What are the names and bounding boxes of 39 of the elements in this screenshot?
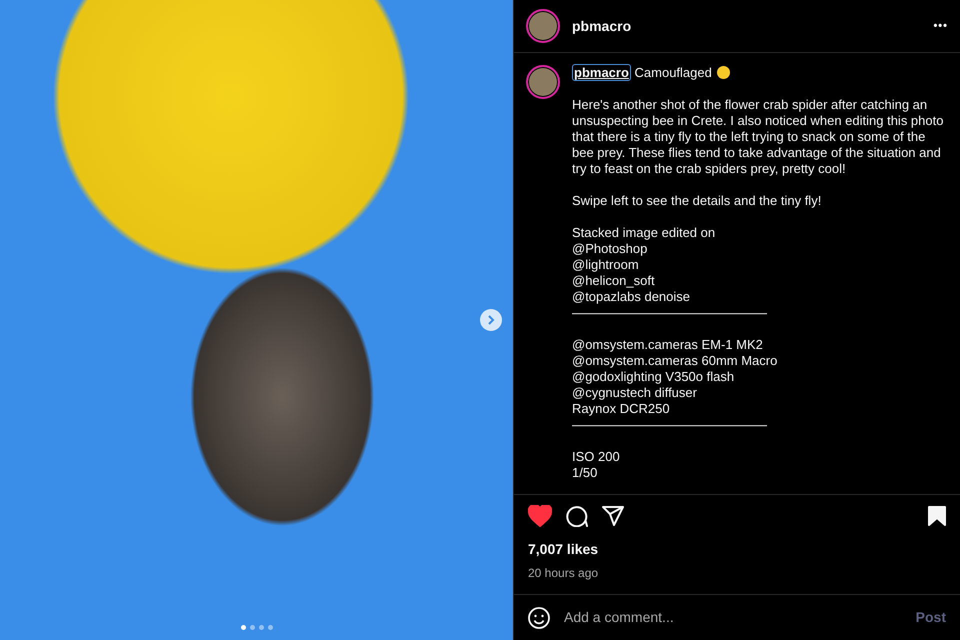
caption-line: @Photoshop	[572, 241, 648, 257]
username-link[interactable]: pbmacro	[572, 64, 631, 81]
emoji-icon[interactable]	[528, 606, 550, 628]
next-button[interactable]	[480, 309, 502, 331]
carousel-dot[interactable]	[268, 625, 272, 630]
avatar[interactable]	[526, 65, 560, 99]
caption-title: Camouflaged	[634, 65, 712, 80]
share-button[interactable]	[602, 506, 624, 526]
caption-line: @topazlabs denoise	[572, 289, 691, 305]
caption-line: ———————————————	[572, 305, 768, 321]
like-button[interactable]	[528, 505, 552, 527]
caption-line: Swipe left to see the details and the tiny fly!	[572, 193, 822, 209]
caption-line: @helicon_soft	[572, 273, 656, 289]
save-button[interactable]	[928, 506, 946, 526]
caption-line: 1/50	[572, 465, 598, 481]
caption-line: @cygnustech diffuser	[572, 385, 698, 401]
caption-line: @omsystem.cameras EM-1 MK2	[572, 337, 764, 353]
circle-emoji	[716, 66, 730, 79]
caption-line: Stacked image edited on	[572, 225, 716, 241]
chevron-right-icon	[487, 315, 495, 325]
caption-line: Here's another shot of the flower crab spider after catching an unsuspecting bee in Crete. I also noticed when editing this photo that there is a tiny fly to the left trying to snack on some of the bee prey. These flies tend to take advantage of the situation and try to feast on the crab spiders prey, pretty cool!	[572, 97, 944, 177]
comment-button[interactable]	[566, 505, 588, 527]
post-time: 20 hours ago	[527, 565, 600, 582]
like-count[interactable]: 7,007 likes	[514, 539, 960, 560]
caption-line: ISO 200	[572, 449, 621, 465]
carousel-dot[interactable]	[240, 625, 246, 630]
avatar[interactable]	[526, 9, 560, 43]
carousel-dot[interactable]	[258, 625, 264, 630]
caption-line: @omsystem.cameras 60mm Macro	[572, 353, 778, 369]
username-link[interactable]: pbmacro	[572, 16, 632, 36]
speech-bubble-icon	[566, 505, 588, 527]
comment-input[interactable]: Add a comment...	[562, 606, 904, 629]
caption-line: @lightroom	[572, 257, 640, 273]
more-options-button[interactable]: •••	[933, 18, 948, 34]
caption-line: @godoxlighting V350o flash	[572, 369, 736, 385]
paper-plane-icon	[602, 506, 624, 526]
carousel-dot[interactable]	[250, 625, 254, 630]
caption-line: ———————————————	[572, 417, 768, 433]
caption-line: Raynox DCR250	[572, 401, 671, 417]
